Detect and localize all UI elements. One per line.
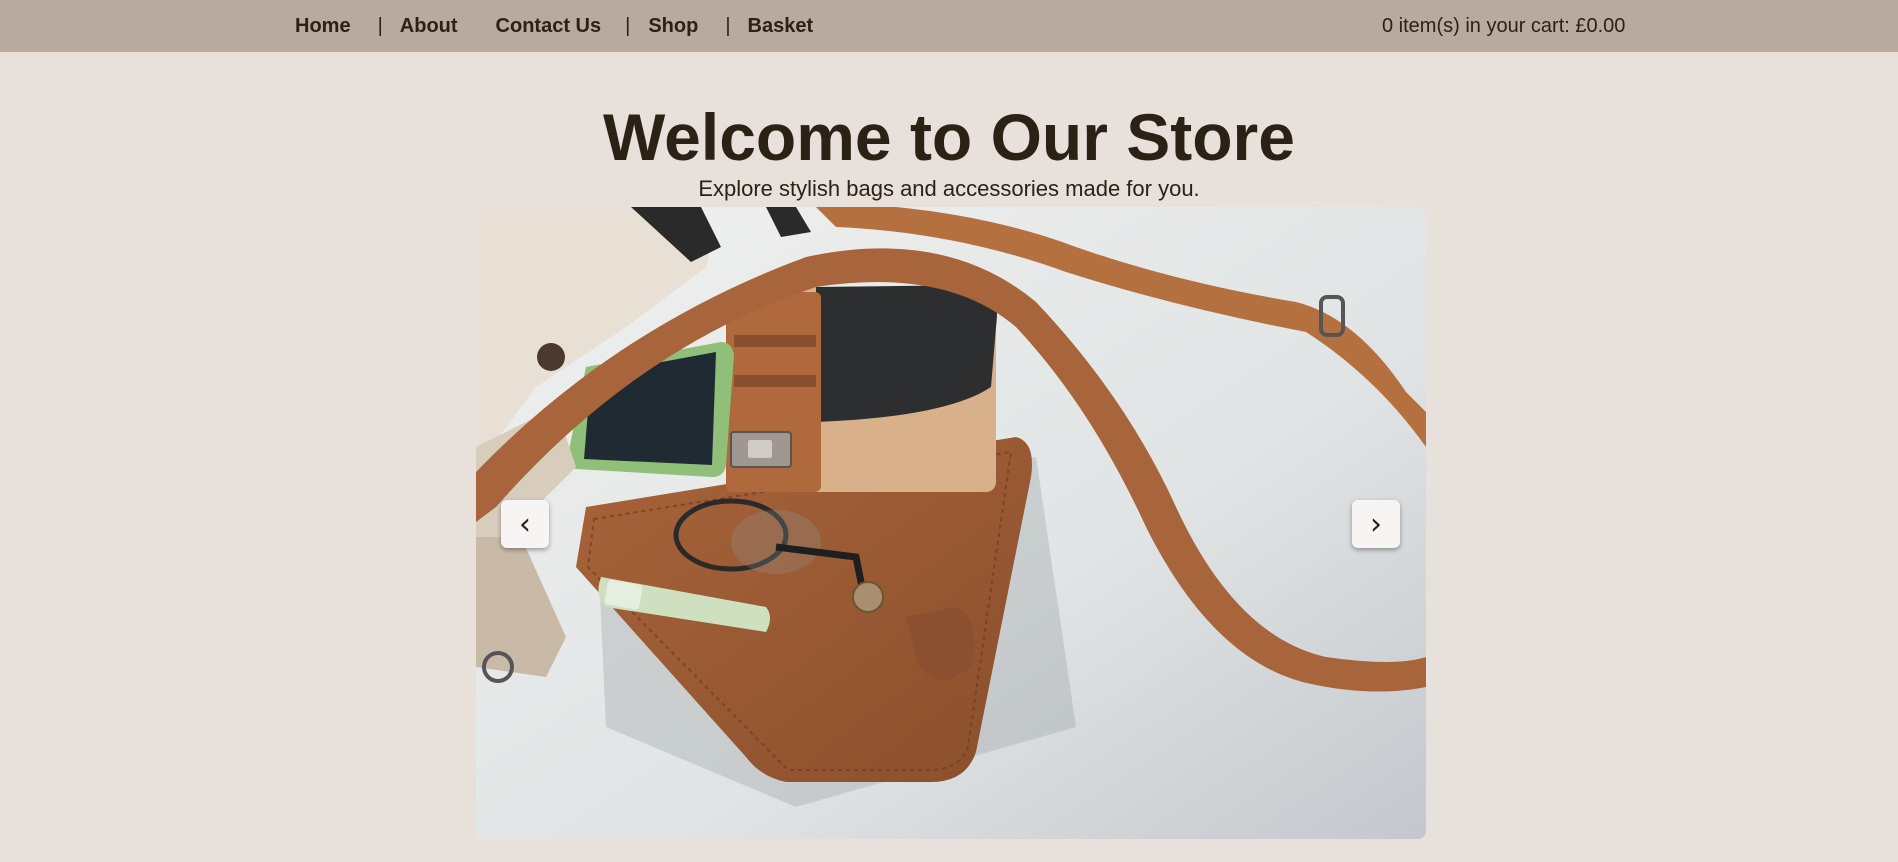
nav-separator: | <box>725 14 731 37</box>
nav-separator: | <box>625 14 631 37</box>
nav-shop-link[interactable]: Shop <box>648 15 698 38</box>
page-subtitle: Explore stylish bags and accessories mad… <box>698 176 1200 201</box>
chevron-right-icon: › <box>1370 506 1382 542</box>
top-navigation-bar: Home | About Contact Us | Shop | Basket … <box>0 0 1898 52</box>
nav-contact-link[interactable]: Contact Us <box>496 15 602 38</box>
image-carousel: ‹ › <box>476 207 1426 839</box>
chevron-left-icon: ‹ <box>519 506 531 542</box>
nav-separator: | <box>377 14 383 37</box>
carousel-slide-image <box>476 207 1426 839</box>
nav-home-link[interactable]: Home <box>295 15 351 38</box>
nav-about-link[interactable]: About <box>400 15 458 38</box>
main-nav: Home | About Contact Us | Shop | Basket <box>295 0 813 52</box>
carousel-next-button[interactable]: › <box>1352 500 1400 548</box>
page-title: Welcome to Our Store <box>603 100 1295 174</box>
cart-summary[interactable]: 0 item(s) in your cart: £0.00 <box>1382 0 1625 52</box>
carousel-prev-button[interactable]: ‹ <box>501 500 549 548</box>
nav-basket-link[interactable]: Basket <box>748 15 814 38</box>
